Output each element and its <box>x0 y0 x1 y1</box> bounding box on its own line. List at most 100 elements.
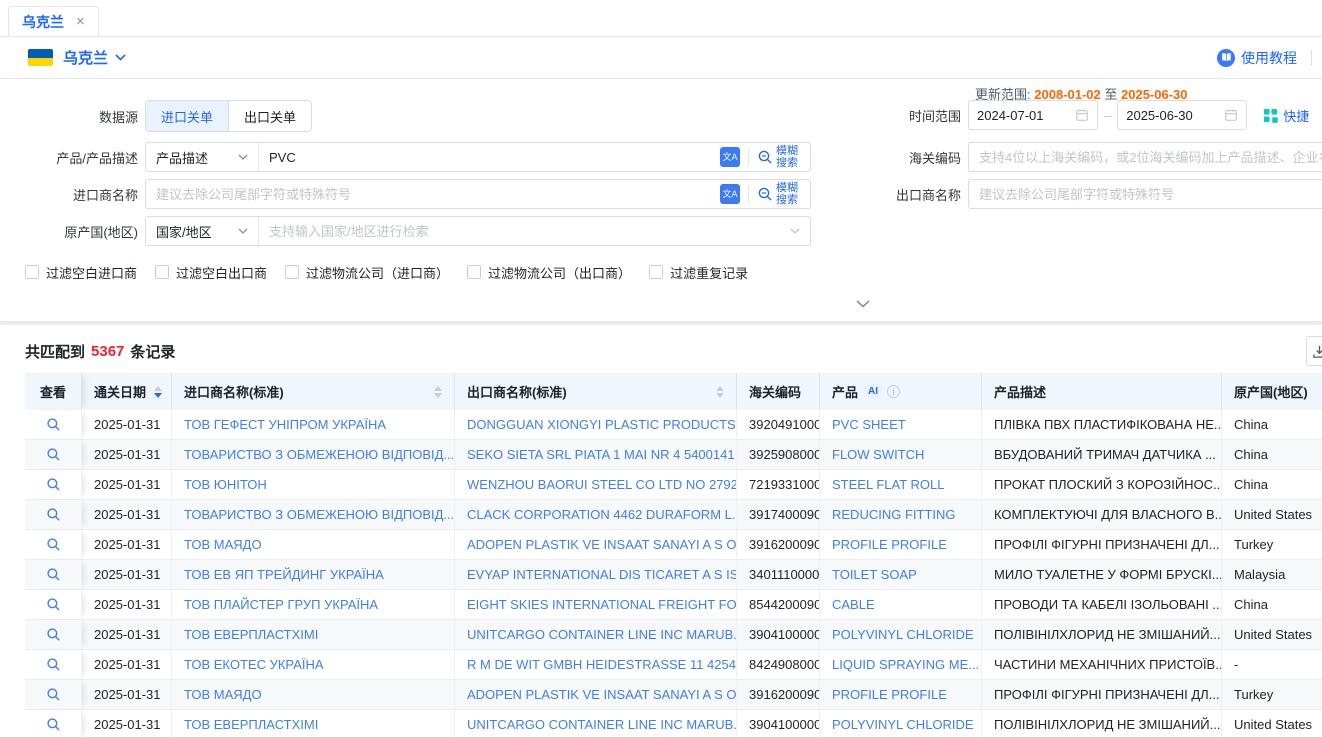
product-type-select[interactable]: 产品描述 <box>146 143 259 171</box>
table-row: 2025-01-31 ТОВ ЕВ ЯП ТРЕЙДИНГ УКРАЇНА EV… <box>25 560 1322 590</box>
cell-importer-link[interactable]: ТОВ ЕВЕРПЛАСТХІМІ <box>172 710 455 737</box>
hs-code-input[interactable] <box>968 142 1322 172</box>
column-header-exporter[interactable]: 出口商名称(标准) <box>455 373 737 410</box>
table-row: 2025-01-31 ТОВ МАЯДО ADOPEN PLASTIK VE I… <box>25 530 1322 560</box>
product-search-input[interactable] <box>259 144 720 170</box>
datasource-import-button[interactable]: 进口关单 <box>146 101 228 131</box>
filter-checkbox-item[interactable]: 过滤重复记录 <box>649 263 748 282</box>
checkbox[interactable] <box>25 265 39 279</box>
cell-importer-link[interactable]: ТОВАРИСТВО З ОБМЕЖЕНОЮ ВІДПОВІД... <box>172 440 455 469</box>
cell-product-link[interactable]: PROFILE PROFILE <box>820 680 982 709</box>
origin-search-input[interactable] <box>259 218 790 244</box>
exporter-name-input[interactable] <box>968 179 1322 209</box>
importer-fuzzy-search-button[interactable]: 模糊搜索 <box>757 182 810 206</box>
cell-origin: China <box>1222 590 1322 619</box>
cell-importer-link[interactable]: ТОВ ЕВ ЯП ТРЕЙДИНГ УКРАЇНА <box>172 560 455 589</box>
cell-importer-link[interactable]: ТОВ ГЕФЕСТ УНІПРОМ УКРАЇНА <box>172 410 455 439</box>
checkbox[interactable] <box>155 265 169 279</box>
cell-product-link[interactable]: FLOW SWITCH <box>820 440 982 469</box>
datasource-toggle: 进口关单 出口关单 <box>145 100 312 132</box>
cell-hscode: 8424908000 <box>737 650 820 679</box>
table-row: 2025-01-31 ТОВ МАЯДО ADOPEN PLASTIK VE I… <box>25 680 1322 710</box>
column-header-date[interactable]: 通关日期 <box>82 373 172 410</box>
cell-importer-link[interactable]: ТОВ ЕВЕРПЛАСТХІМІ <box>172 620 455 649</box>
cell-importer-link[interactable]: ТОВ ПЛАЙСТЕР ГРУП УКРАЇНА <box>172 590 455 619</box>
translate-icon[interactable]: 文A <box>720 147 740 167</box>
importer-search-input[interactable] <box>146 181 720 207</box>
cell-exporter-link[interactable]: EVYAP INTERNATIONAL DIS TICARET A S IS..… <box>455 560 737 589</box>
checkbox[interactable] <box>467 265 481 279</box>
filter-checkbox-item[interactable]: 过滤空白进口商 <box>25 263 137 282</box>
cell-origin: - <box>1222 650 1322 679</box>
product-fuzzy-search-button[interactable]: 模糊搜索 <box>757 145 810 169</box>
cell-description: ПОЛІВІНІЛХЛОРИД НЕ ЗМІШАНИЙ... <box>982 620 1222 649</box>
cell-importer-link[interactable]: ТОВ МАЯДО <box>172 530 455 559</box>
cell-product-link[interactable]: LIQUID SPRAYING ME... <box>820 650 982 679</box>
cell-exporter-link[interactable]: UNITCARGO CONTAINER LINE INC MARUB... <box>455 620 737 649</box>
tab-ukraine[interactable]: 乌克兰 × <box>8 6 99 36</box>
date-from-input[interactable]: 2024-07-01 <box>968 100 1098 130</box>
cell-product-link[interactable]: TOILET SOAP <box>820 560 982 589</box>
cell-product-link[interactable]: POLYVINYL CHLORIDE <box>820 620 982 649</box>
view-record-button[interactable] <box>25 710 82 737</box>
view-record-button[interactable] <box>25 620 82 649</box>
column-header-importer[interactable]: 进口商名称(标准) <box>172 373 455 410</box>
cell-importer-link[interactable]: ТОВ ЮНІТОН <box>172 470 455 499</box>
checkbox[interactable] <box>649 265 663 279</box>
collapse-panel-button[interactable] <box>850 295 876 313</box>
tutorial-link[interactable]: 使用教程 <box>1217 48 1297 68</box>
origin-type-select[interactable]: 国家/地区 <box>146 217 259 245</box>
checkbox[interactable] <box>285 265 299 279</box>
view-record-button[interactable] <box>25 500 82 529</box>
view-record-button[interactable] <box>25 470 82 499</box>
datasource-export-button[interactable]: 出口关单 <box>228 101 311 131</box>
cell-product-link[interactable]: STEEL FLAT ROLL <box>820 470 982 499</box>
fuzzy-search-label: 模糊搜索 <box>776 145 802 169</box>
cell-exporter-link[interactable]: ADOPEN PLASTIK VE INSAAT SANAYI A S O... <box>455 530 737 559</box>
sort-icon[interactable] <box>154 386 162 398</box>
cell-product-link[interactable]: PROFILE PROFILE <box>820 530 982 559</box>
date-from-value: 2024-07-01 <box>977 108 1044 123</box>
cell-product-link[interactable]: PVC SHEET <box>820 410 982 439</box>
tab-close-icon[interactable]: × <box>76 14 85 29</box>
translate-icon[interactable]: 文A <box>720 184 740 204</box>
sort-icon[interactable] <box>434 386 442 398</box>
cell-exporter-link[interactable]: ADOPEN PLASTIK VE INSAAT SANAYI A S O... <box>455 680 737 709</box>
view-record-button[interactable] <box>25 530 82 559</box>
cell-origin: United States <box>1222 710 1322 737</box>
view-record-button[interactable] <box>25 590 82 619</box>
country-selector[interactable]: 乌克兰 <box>28 47 126 68</box>
view-record-button[interactable] <box>25 650 82 679</box>
cell-exporter-link[interactable]: R M DE WIT GMBH HEIDESTRASSE 11 4254... <box>455 650 737 679</box>
info-icon[interactable]: i <box>887 385 900 398</box>
export-button[interactable] <box>1306 336 1322 366</box>
cell-product-link[interactable]: POLYVINYL CHLORIDE <box>820 710 982 737</box>
cell-hscode: 7219331000 <box>737 470 820 499</box>
cell-importer-link[interactable]: ТОВАРИСТВО З ОБМЕЖЕНОЮ ВІДПОВІД... <box>172 500 455 529</box>
cell-exporter-link[interactable]: WENZHOU BAORUI STEEL CO LTD NO 2792... <box>455 470 737 499</box>
origin-row: 原产国(地区) 国家/地区 <box>0 216 1322 246</box>
cell-importer-link[interactable]: ТОВ МАЯДО <box>172 680 455 709</box>
cell-exporter-link[interactable]: UNITCARGO CONTAINER LINE INC MARUB... <box>455 710 737 737</box>
date-to-input[interactable]: 2025-06-30 <box>1117 100 1247 130</box>
cell-exporter-link[interactable]: CLACK CORPORATION 4462 DURAFORM L... <box>455 500 737 529</box>
cell-origin: Malaysia <box>1222 560 1322 589</box>
cell-product-link[interactable]: CABLE <box>820 590 982 619</box>
cell-exporter-link[interactable]: EIGHT SKIES INTERNATIONAL FREIGHT FOR... <box>455 590 737 619</box>
cell-exporter-link[interactable]: DONGGUAN XIONGYI PLASTIC PRODUCTS ... <box>455 410 737 439</box>
quick-select-button[interactable]: 快捷 <box>1263 106 1309 125</box>
filter-checkbox-item[interactable]: 过滤物流公司（出口商） <box>467 263 631 282</box>
view-record-button[interactable] <box>25 410 82 439</box>
cell-importer-link[interactable]: ТОВ ЕКОТЕС УКРАЇНА <box>172 650 455 679</box>
cell-date: 2025-01-31 <box>82 530 172 559</box>
filter-checkbox-item[interactable]: 过滤空白出口商 <box>155 263 267 282</box>
cell-exporter-link[interactable]: SEKO SIETA SRL PIATA 1 MAI NR 4 5400141 … <box>455 440 737 469</box>
hs-code-label: 海关编码 <box>845 148 968 167</box>
cell-product-link[interactable]: REDUCING FITTING <box>820 500 982 529</box>
view-record-button[interactable] <box>25 680 82 709</box>
app-header: 乌克兰 使用教程 <box>0 37 1322 79</box>
view-record-button[interactable] <box>25 560 82 589</box>
sort-icon[interactable] <box>716 386 724 398</box>
filter-checkbox-item[interactable]: 过滤物流公司（进口商） <box>285 263 449 282</box>
view-record-button[interactable] <box>25 440 82 469</box>
